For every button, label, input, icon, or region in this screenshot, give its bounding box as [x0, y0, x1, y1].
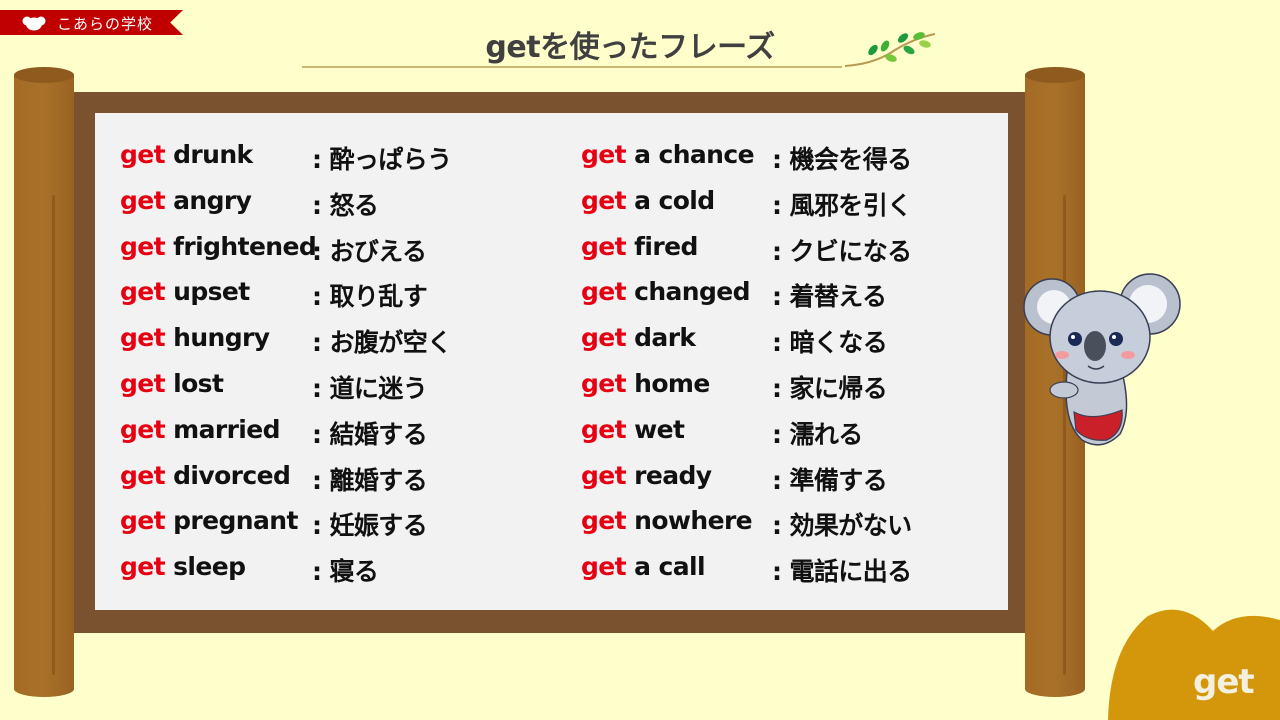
meaning: : 結婚する: [312, 419, 428, 449]
phrase: a chance: [634, 140, 754, 169]
meaning: : 電話に出る: [772, 557, 912, 587]
verb: get: [581, 185, 627, 215]
phrase-row: get ready : 準備する: [581, 460, 888, 507]
verb: get: [120, 414, 166, 444]
verb: get: [581, 140, 627, 169]
phrase-row: get a cold : 風邪を引く: [581, 185, 912, 232]
phrase-row: get a call : 電話に出る: [581, 552, 912, 598]
phrase-list-right: get a chance : 機会を得る get a cold : 風邪を引く ge…: [581, 140, 912, 598]
wooden-post-left: [14, 67, 74, 697]
verb: get: [120, 277, 166, 307]
phrase-list-left: get drunk : 酔っぱらう get angry : 怒る get frigh…: [120, 140, 452, 598]
phrase-row: get frightened: おびえる: [120, 231, 427, 278]
phrase: married: [173, 414, 280, 444]
verb: get: [120, 552, 166, 582]
verb: get: [120, 368, 166, 398]
phrase-row: get fired : クビになる: [581, 231, 912, 278]
phrase-row: get dark : 暗くなる: [581, 323, 888, 369]
phrase-row: get pregnant : 妊娠する: [120, 506, 428, 552]
phrase: nowhere: [634, 506, 753, 536]
verb: get: [581, 552, 627, 582]
phrase: angry: [173, 185, 252, 215]
koala-head-icon: [22, 16, 46, 31]
phrase-row: get nowhere : 効果がない: [581, 506, 912, 552]
meaning: : 機会を得る: [772, 145, 912, 174]
page-title-text: getを使ったフレーズ: [485, 30, 775, 65]
koala-mascot: [1023, 273, 1181, 446]
phrase: divorced: [173, 460, 291, 490]
phrase-row: get married : 結婚する: [120, 414, 428, 461]
phrase-row: get wet : 濡れる: [581, 414, 863, 461]
meaning: : 取り乱す: [312, 282, 428, 312]
phrase: dark: [634, 323, 696, 353]
meaning: : 道に迷う: [312, 373, 428, 403]
verb: get: [581, 277, 627, 307]
phrase-row: get upset : 取り乱す: [120, 277, 428, 323]
meaning: : お腹が空く: [312, 328, 452, 358]
meaning: : 離婚する: [312, 465, 428, 495]
meaning: : 着替える: [772, 282, 887, 312]
phrase: frightened: [173, 231, 317, 261]
meaning: : 怒る: [312, 190, 379, 220]
phrase: wet: [634, 414, 685, 444]
verb: get: [120, 185, 166, 215]
verb: get: [120, 506, 166, 536]
phrase: upset: [173, 277, 250, 307]
phrase-row: get home : 家に帰る: [581, 368, 888, 415]
meaning: : 妊娠する: [312, 511, 428, 541]
verb: get: [581, 231, 627, 261]
phrase: home: [634, 368, 710, 398]
phrase: fired: [634, 231, 698, 261]
phrase: a call: [634, 552, 705, 582]
leaf-branch-icon: [845, 32, 936, 67]
phrase: pregnant: [173, 506, 298, 536]
brand-name: こあらの学校: [57, 15, 154, 33]
brand-ribbon: こあらの学校: [0, 10, 183, 35]
meaning: : 酔っぱらう: [312, 145, 452, 174]
verb: get: [581, 460, 627, 490]
verb: get: [581, 323, 627, 353]
meaning: : 風邪を引く: [772, 190, 912, 220]
verb: get: [581, 414, 627, 444]
phrase-row: get drunk : 酔っぱらう: [120, 140, 452, 186]
verb: get: [120, 460, 166, 490]
phrase-row: get angry : 怒る: [120, 185, 379, 232]
phrase-row: get changed : 着替える: [581, 277, 887, 323]
phrase: drunk: [173, 140, 253, 169]
meaning: : 効果がない: [772, 511, 912, 541]
phrase: a cold: [634, 185, 715, 215]
phrase-row: get divorced : 離婚する: [120, 460, 428, 507]
verb: get: [581, 506, 627, 536]
meaning: : 濡れる: [772, 419, 863, 449]
topic-badge-label: get: [1193, 662, 1255, 702]
meaning: : 暗くなる: [772, 328, 888, 358]
verb: get: [581, 368, 627, 398]
phrase-row: get lost : 道に迷う: [120, 368, 428, 415]
verb: get: [120, 140, 166, 169]
phrase: changed: [634, 277, 750, 307]
phrase: hungry: [173, 323, 270, 353]
phrase-row: get a chance : 機会を得る: [581, 140, 912, 186]
phrase: ready: [634, 460, 712, 490]
meaning: : 家に帰る: [772, 373, 888, 403]
phrase: lost: [173, 368, 224, 398]
meaning: : おびえる: [312, 236, 427, 266]
meaning: : クビになる: [772, 236, 912, 266]
meaning: : 寝る: [312, 557, 379, 587]
verb: get: [120, 231, 166, 261]
phrase-row: get hungry : お腹が空く: [120, 323, 452, 369]
title-underline: [302, 66, 842, 68]
phrase: sleep: [173, 552, 246, 582]
phrase-row: get sleep : 寝る: [120, 552, 379, 598]
verb: get: [120, 323, 166, 353]
meaning: : 準備する: [772, 465, 888, 495]
